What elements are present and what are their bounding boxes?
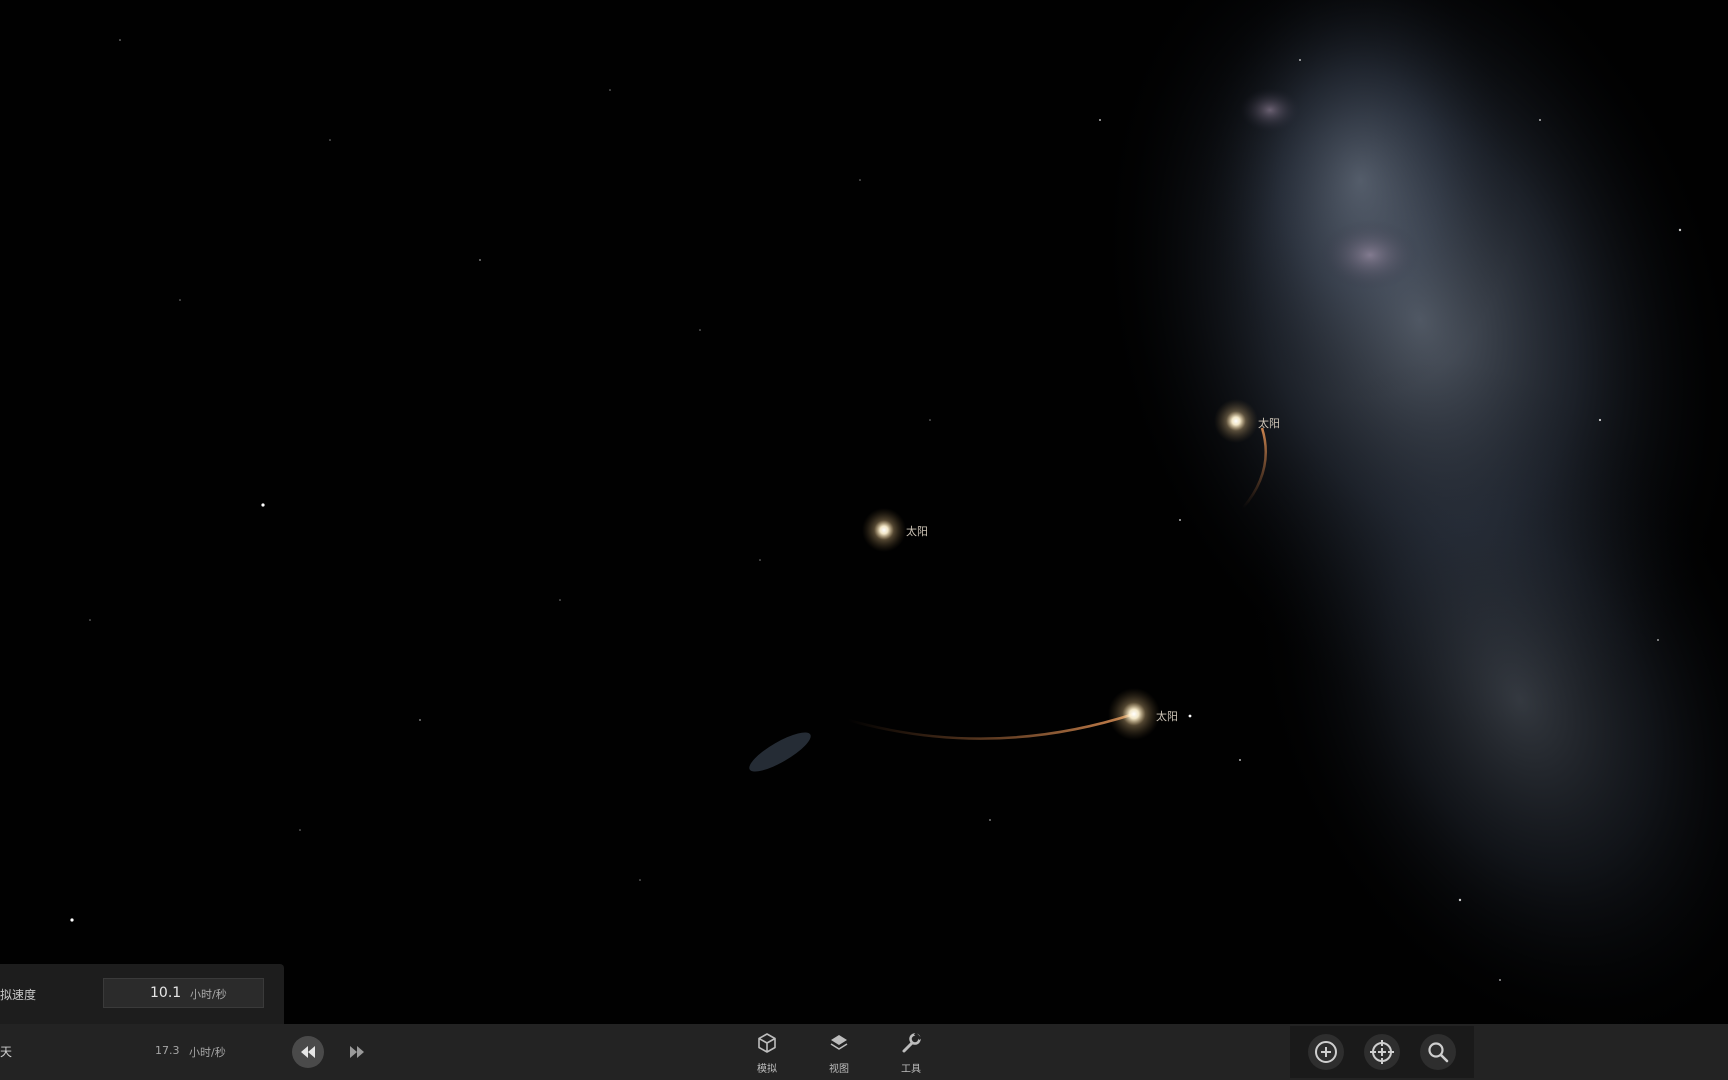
- tab-tools[interactable]: 工具: [886, 1032, 936, 1076]
- sun-label[interactable]: 太阳: [1156, 708, 1178, 724]
- rewind-button[interactable]: [292, 1036, 324, 1068]
- layers-icon: [830, 1035, 848, 1050]
- zoom-in-icon: [1315, 1041, 1337, 1063]
- tab-simulate[interactable]: 模拟: [742, 1032, 792, 1076]
- rate-unit: 小时/秒: [189, 1046, 226, 1059]
- wrench-icon: [902, 1032, 922, 1053]
- bottom-toolbar: 天 17.3 小时/秒 模拟 视图 工具: [0, 1024, 1728, 1080]
- orbit-trail: [847, 712, 1135, 740]
- space-background: [70, 0, 1728, 1024]
- speed-label: 拟速度: [0, 988, 37, 1002]
- speed-input[interactable]: 10.1 小时/秒: [103, 978, 264, 1008]
- rewind-icon: [301, 1046, 315, 1058]
- tab-tools-label: 工具: [901, 1064, 921, 1075]
- view-tools-group: [1290, 1026, 1474, 1078]
- sun-marker[interactable]: [862, 508, 906, 552]
- speed-unit: 小时/秒: [190, 988, 227, 1001]
- recenter-button[interactable]: [1364, 1034, 1400, 1070]
- search-button[interactable]: [1420, 1034, 1456, 1070]
- fast-forward-button[interactable]: [341, 1036, 373, 1068]
- sun-label[interactable]: 太阳: [1258, 415, 1280, 431]
- cube-icon: [758, 1033, 776, 1053]
- day-label: 天: [0, 1045, 13, 1059]
- recenter-icon: [1370, 1040, 1394, 1064]
- sun-marker[interactable]: [1214, 399, 1258, 443]
- tab-simulate-label: 模拟: [757, 1064, 777, 1075]
- sun-label[interactable]: 太阳: [906, 523, 928, 539]
- fast-forward-icon: [350, 1046, 364, 1058]
- sun-marker[interactable]: [1108, 688, 1160, 740]
- search-icon: [1428, 1042, 1449, 1063]
- tab-view-label: 视图: [829, 1064, 849, 1075]
- simulation-speed-panel: 拟速度 10.1 小时/秒: [0, 964, 284, 1024]
- tab-view[interactable]: 视图: [814, 1032, 864, 1076]
- space-viewport[interactable]: 太阳 太阳 太阳: [0, 0, 1728, 1024]
- zoom-in-button[interactable]: [1308, 1034, 1344, 1070]
- speed-value[interactable]: 10.1: [150, 985, 181, 1001]
- rate-value: 17.3: [155, 1044, 180, 1057]
